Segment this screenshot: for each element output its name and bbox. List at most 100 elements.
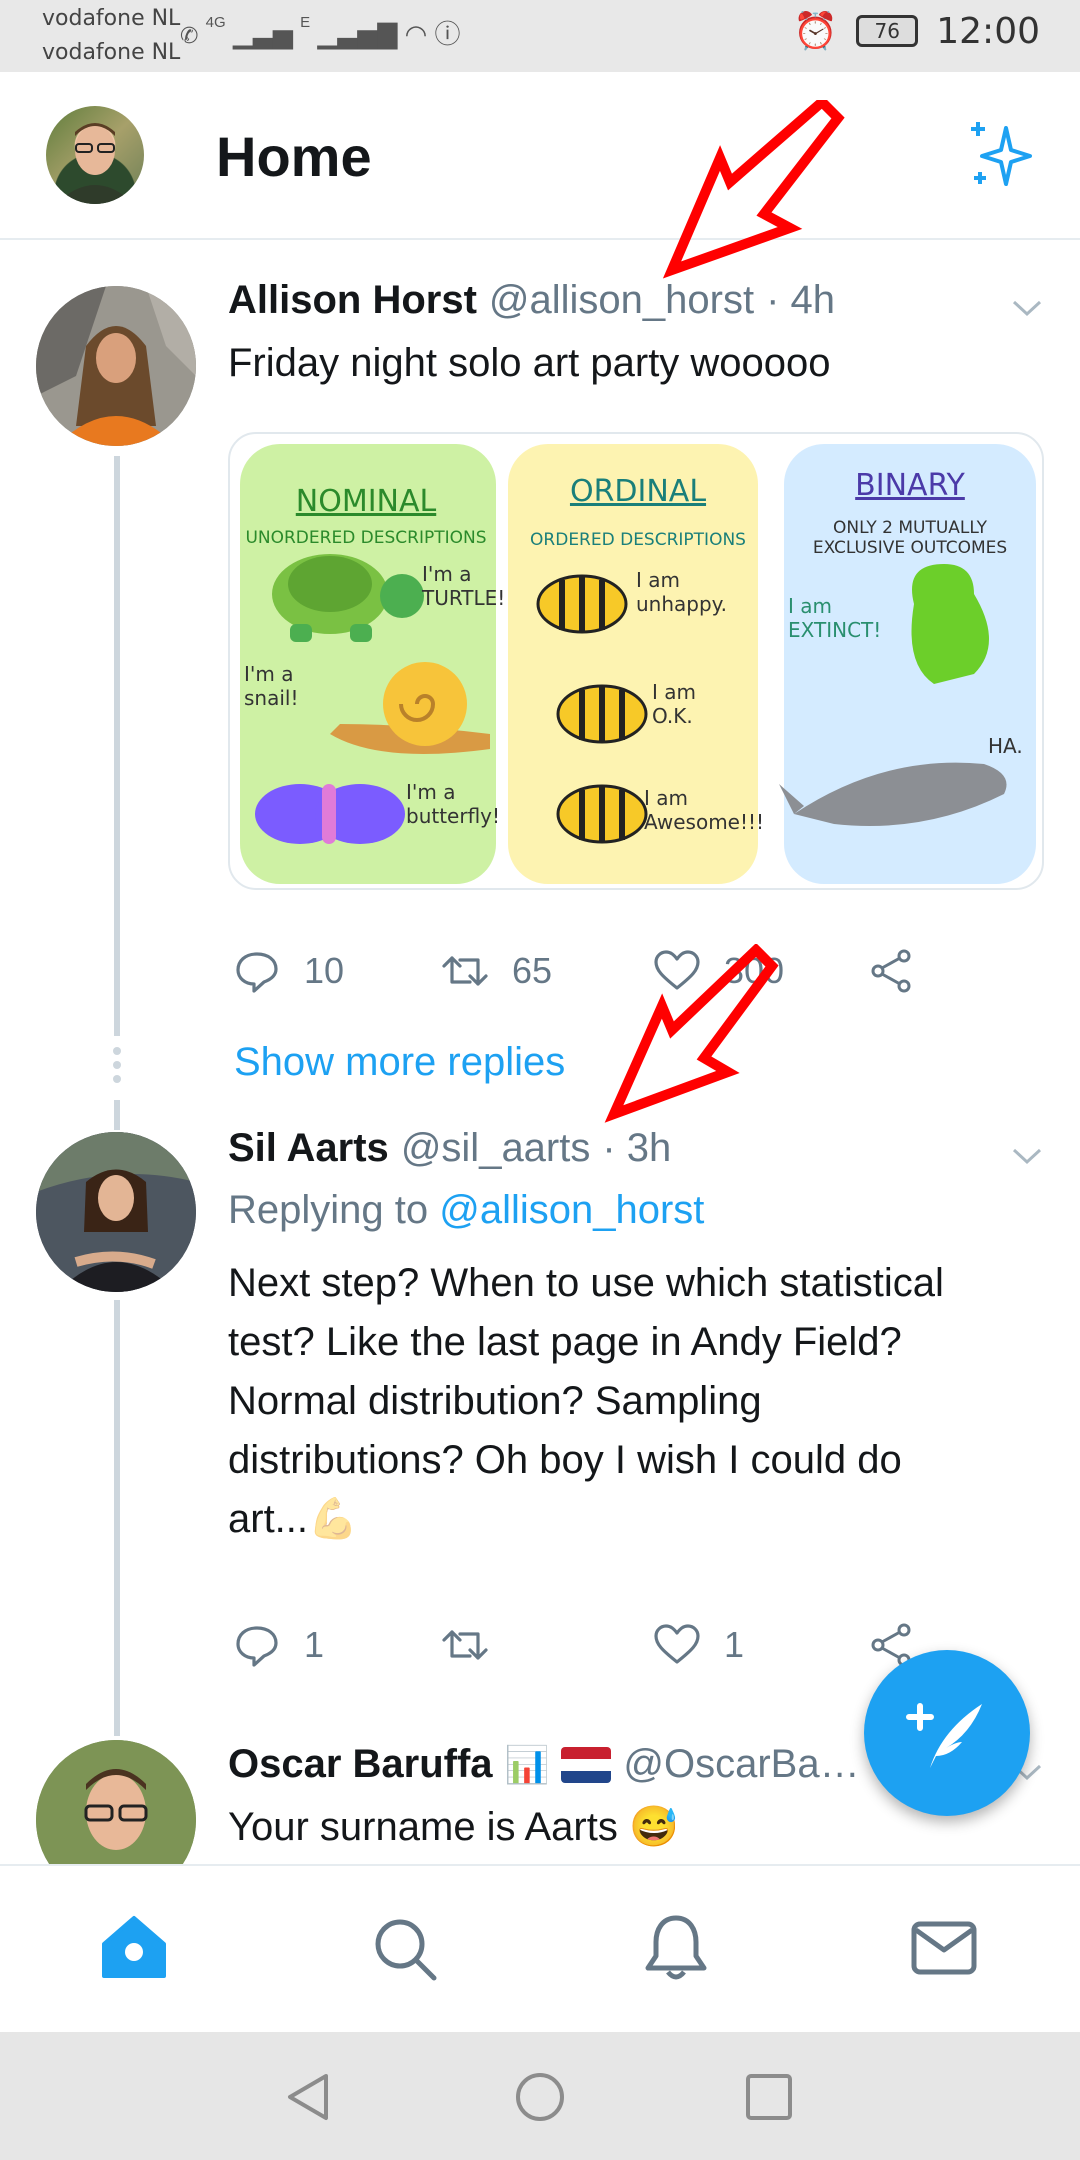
- avatar[interactable]: [36, 1132, 196, 1292]
- reply-button[interactable]: 1: [232, 1620, 324, 1670]
- thread-line: [114, 456, 120, 1036]
- nav-messages[interactable]: [908, 1912, 980, 1984]
- reply-to-link[interactable]: @allison_horst: [439, 1188, 704, 1232]
- butterfly-label: I'm a butterfly!: [406, 780, 501, 828]
- reply-prefix: Replying to: [228, 1188, 440, 1232]
- nominal-sub: UNORDERED DESCRIPTIONS: [245, 528, 487, 548]
- status-right: ⏰ 76 12:00: [793, 10, 1040, 53]
- retweet-count: 65: [512, 950, 553, 991]
- tweet-time: · 3h: [602, 1126, 672, 1170]
- bell-icon: [645, 1915, 707, 1980]
- author-name[interactable]: Oscar Baruffa: [228, 1742, 493, 1787]
- tweet-text: Next step? When to use which statistical…: [228, 1254, 1048, 1549]
- like-icon: [654, 1624, 700, 1664]
- carrier-2: vodafone NL: [42, 40, 181, 65]
- info-icon: ⓘ: [434, 19, 461, 49]
- tweet-line: Next step? When to use which statistical: [228, 1261, 944, 1305]
- back-icon[interactable]: [282, 2070, 336, 2124]
- carrier-1: vodafone NL: [42, 6, 181, 31]
- ordinal-sub: ORDERED DESCRIPTIONS: [530, 530, 746, 550]
- nominal-panel: NOMINAL UNORDERED DESCRIPTIONS I'm a TUR…: [230, 434, 506, 888]
- profile-avatar[interactable]: [46, 106, 144, 204]
- like-icon: [654, 950, 700, 990]
- home-icon: [102, 1916, 166, 1978]
- bee1-label: I am unhappy.: [636, 568, 728, 616]
- reply-button[interactable]: 10: [232, 946, 344, 996]
- dino-label: I am EXTINCT!: [788, 594, 882, 642]
- binary-title: BINARY: [855, 468, 965, 503]
- compose-icon: [906, 1703, 982, 1768]
- show-more-replies-link[interactable]: Show more replies: [234, 1040, 565, 1085]
- retweet-button[interactable]: [440, 1620, 490, 1670]
- net-2: E: [300, 14, 311, 31]
- tweet-line: Your surname is Aarts: [228, 1805, 618, 1849]
- tweet-text: Friday night solo art party wooooo: [228, 341, 831, 385]
- thread-dots: [112, 1045, 122, 1091]
- author-name[interactable]: Sil Aarts: [228, 1126, 389, 1171]
- chevron-down-icon[interactable]: [1012, 298, 1042, 318]
- bee2-label: I am O.K.: [652, 680, 696, 728]
- ordinal-panel: ORDINAL ORDERED DESCRIPTIONS I am unhapp…: [502, 434, 774, 888]
- sparkle-icon[interactable]: [966, 116, 1046, 196]
- nominal-title: NOMINAL: [295, 484, 437, 519]
- ordinal-title: ORDINAL: [569, 474, 707, 509]
- recents-icon[interactable]: [742, 2070, 796, 2124]
- nav-notifications[interactable]: [640, 1912, 712, 1984]
- share-button[interactable]: [866, 946, 916, 996]
- snail-label: I'm a snail!: [244, 662, 299, 710]
- phone-icon: ✆: [180, 23, 199, 48]
- like-button[interactable]: 1: [652, 1620, 744, 1670]
- tweet-image[interactable]: NOMINAL UNORDERED DESCRIPTIONS I'm a TUR…: [228, 432, 1044, 890]
- home-circle-icon[interactable]: [513, 2070, 567, 2124]
- retweet-icon: [442, 1630, 488, 1660]
- system-navigation-bar: [0, 2032, 1080, 2160]
- retweet-button[interactable]: 65: [440, 946, 552, 996]
- tweet-header: Sil Aarts @sil_aarts · 3h: [228, 1126, 671, 1171]
- reply-count: 10: [304, 950, 345, 991]
- alarm-icon: ⏰: [793, 11, 839, 52]
- tweet-line: art...: [228, 1497, 309, 1541]
- binary-sub: ONLY 2 MUTUALLY EXCLUSIVE OUTCOMES: [812, 518, 1008, 558]
- tweet-text: Your surname is Aarts 😅: [228, 1798, 679, 1860]
- avatar[interactable]: [36, 1740, 196, 1864]
- retweet-icon: [442, 956, 488, 986]
- tweet-time: · 4h: [766, 278, 836, 322]
- signal-icons: ✆ 4G ▁▃▅ E ▁▃▅▇ ◠ ⓘ: [180, 14, 461, 51]
- shark-label: HA.: [988, 734, 1023, 758]
- chart-emoji: 📊: [504, 1743, 550, 1785]
- mail-icon: [911, 1921, 977, 1975]
- net-1: 4G: [205, 14, 226, 31]
- tweet-line: distributions? Oh boy I wish I could do: [228, 1438, 902, 1482]
- app-header: Home: [0, 72, 1080, 240]
- thread-line: [114, 1300, 120, 1736]
- tweet-header: Allison Horst @allison_horst · 4h: [228, 278, 835, 323]
- reply-icon: [236, 1626, 278, 1667]
- author-handle[interactable]: @sil_aarts: [401, 1126, 591, 1171]
- status-bar: vodafone NL vodafone NL ✆ 4G ▁▃▅ E ▁▃▅▇ …: [0, 0, 1080, 72]
- author-name[interactable]: Allison Horst: [228, 278, 477, 323]
- signal-icon: ▁▃▅: [232, 19, 293, 49]
- search-icon: [375, 1919, 437, 1981]
- author-handle[interactable]: @OscarBa…: [623, 1742, 859, 1787]
- reply-count: 1: [304, 1624, 325, 1665]
- chevron-down-icon[interactable]: [1012, 1146, 1042, 1166]
- compose-tweet-button[interactable]: [864, 1650, 1030, 1816]
- tweet-header: Oscar Baruffa 📊 @OscarBa…: [228, 1742, 918, 1787]
- thread-line: [114, 1100, 120, 1130]
- nav-home[interactable]: [98, 1912, 170, 1984]
- like-button[interactable]: 300: [652, 946, 784, 996]
- turtle-label: I'm a TURTLE!: [422, 562, 506, 610]
- reply-context: Replying to @allison_horst: [228, 1188, 704, 1233]
- netherlands-flag-icon: [561, 1746, 612, 1783]
- battery-icon: 76: [856, 15, 919, 47]
- reply-icon: [236, 952, 278, 993]
- avatar[interactable]: [36, 286, 196, 446]
- nav-search[interactable]: [368, 1912, 440, 1984]
- like-count: 1: [724, 1624, 745, 1665]
- signal-icon-2: ▁▃▅▇: [317, 19, 398, 49]
- tweet-line: test? Like the last page in Andy Field?: [228, 1320, 902, 1364]
- wifi-icon: ◠: [404, 19, 428, 49]
- muscle-emoji: 💪: [308, 1497, 358, 1541]
- author-handle[interactable]: @allison_horst: [489, 278, 754, 323]
- share-icon: [871, 949, 911, 993]
